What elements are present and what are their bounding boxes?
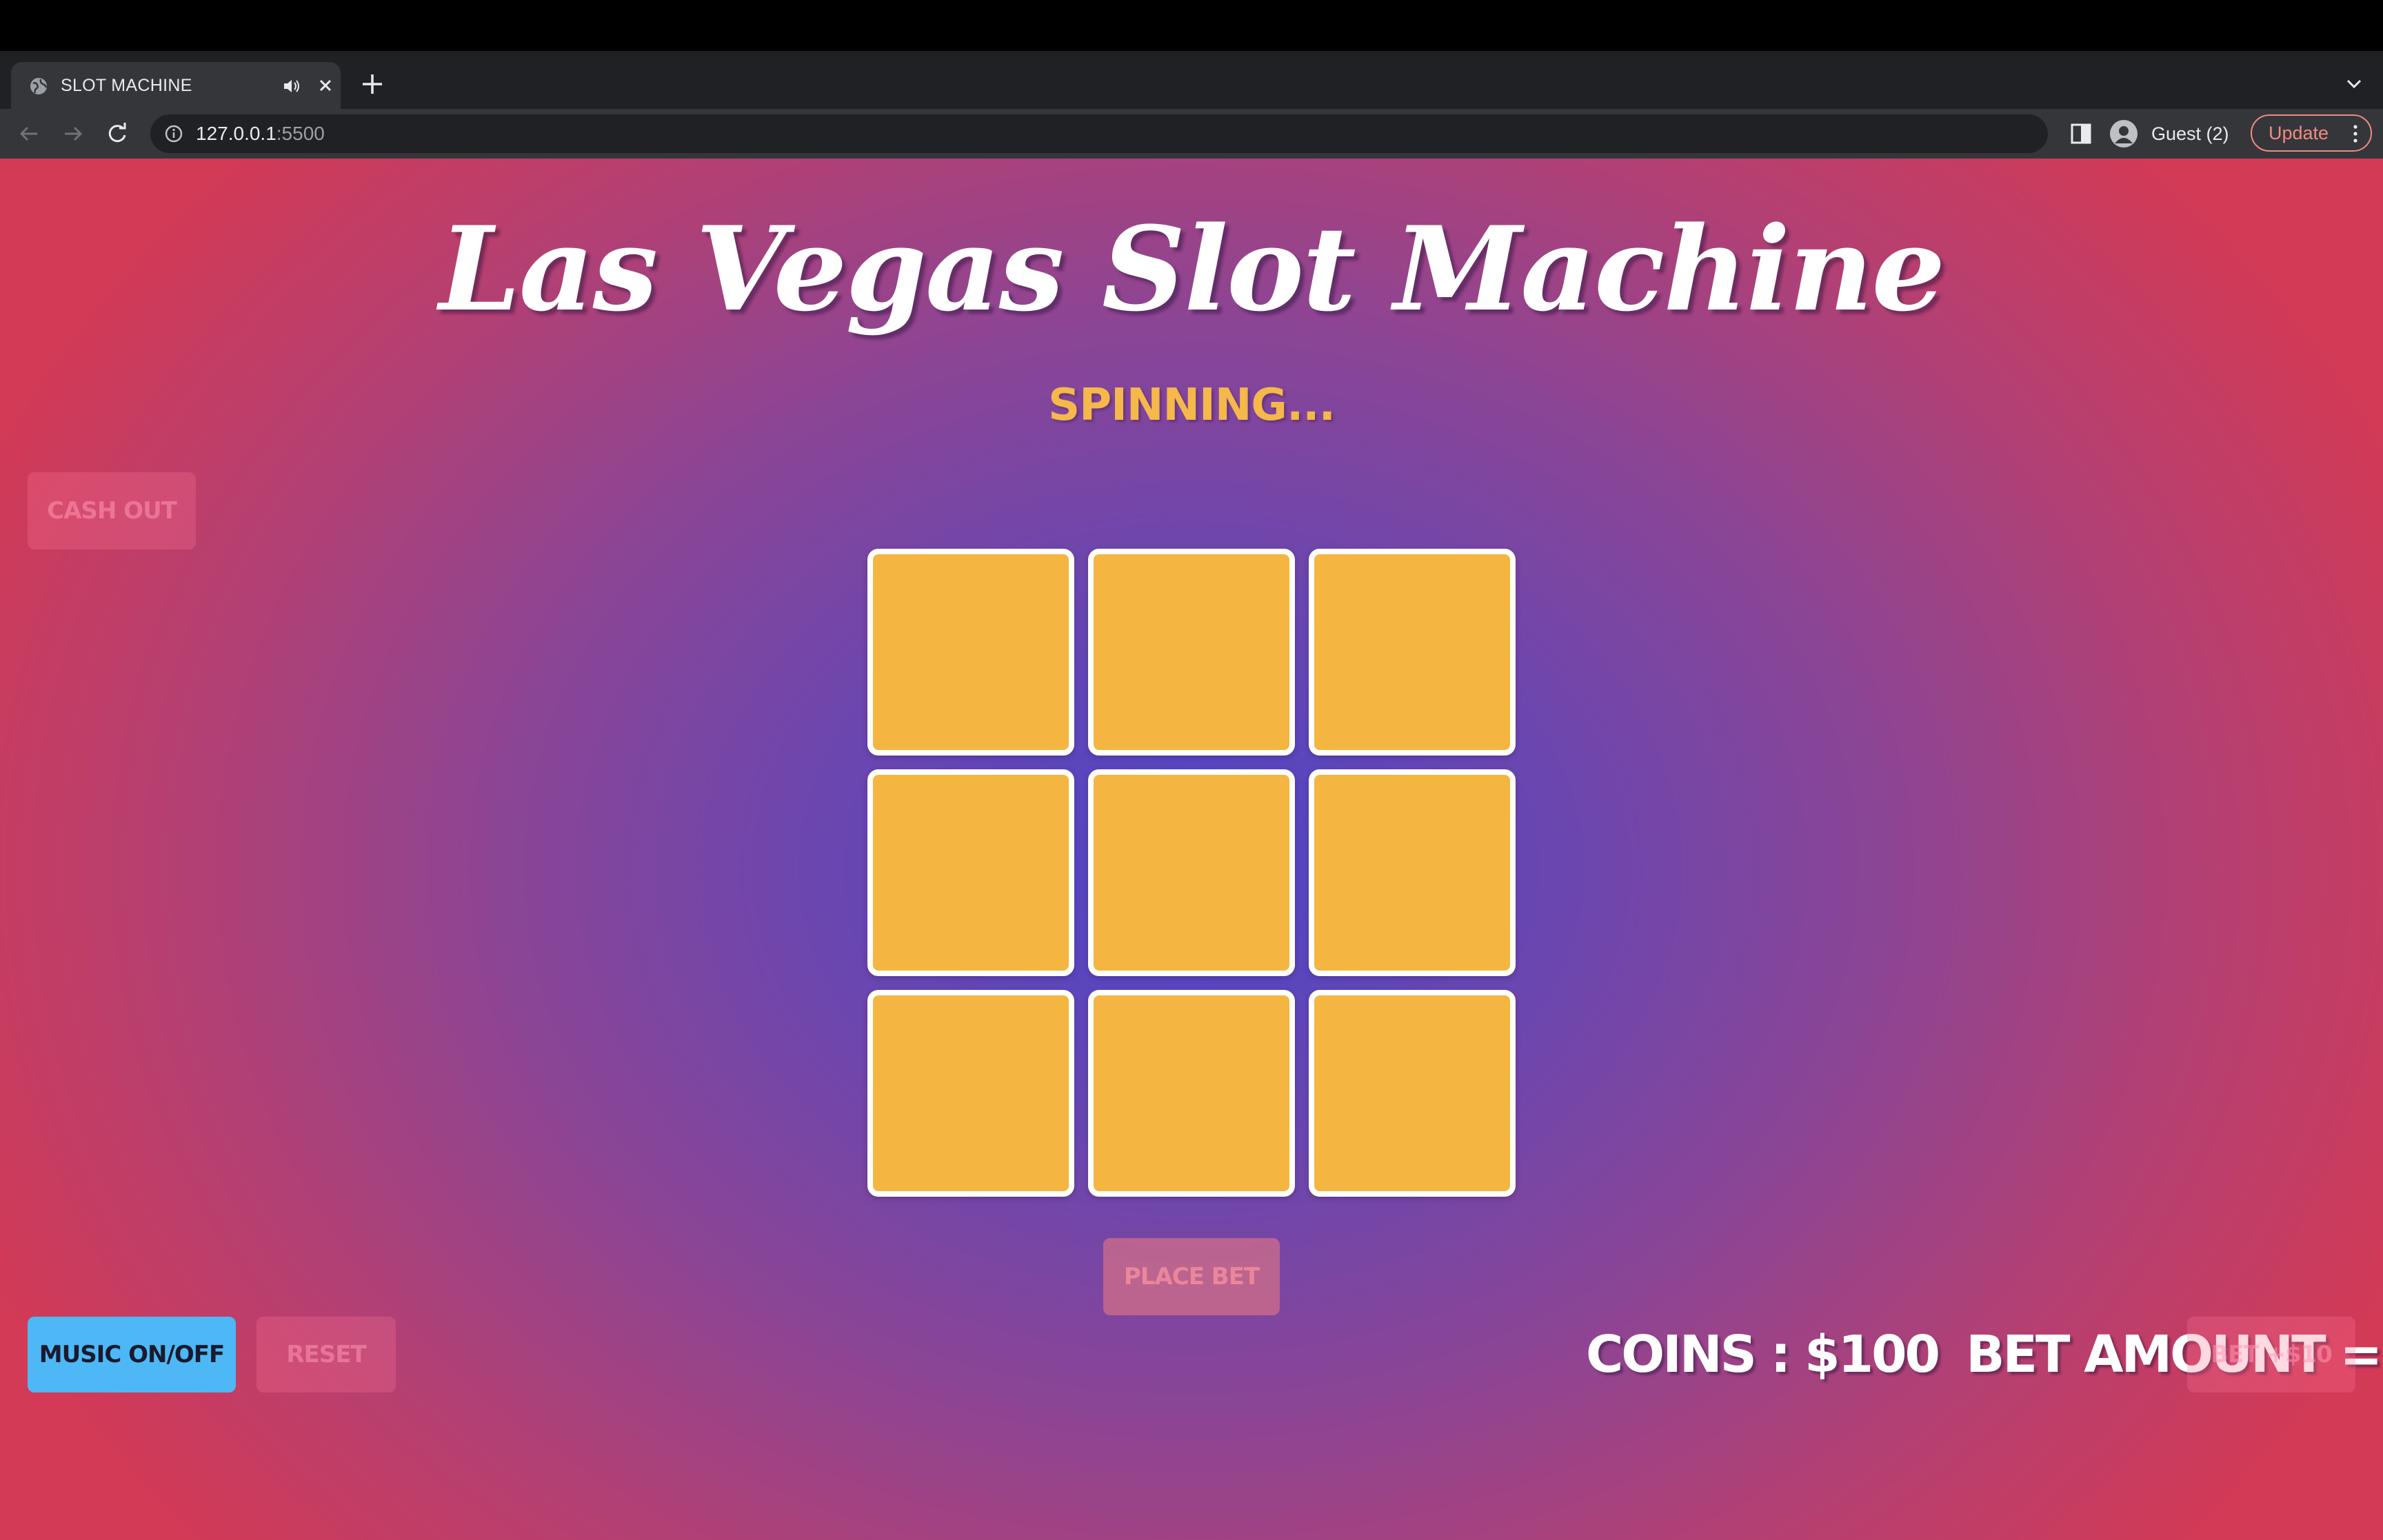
update-button[interactable]: Update: [2251, 114, 2372, 152]
speaker-icon[interactable]: [281, 76, 302, 97]
side-panel-icon[interactable]: [2069, 120, 2095, 148]
close-icon[interactable]: [314, 74, 336, 97]
update-label: Update: [2269, 123, 2329, 143]
music-toggle-button[interactable]: MUSIC ON/OFF: [28, 1317, 236, 1392]
stats-readout: COINS : $100BET AMOUNT =$10: [1586, 1317, 2383, 1392]
forward-arrow-icon[interactable]: [59, 120, 87, 148]
tab-strip: SLOT MACHINE: [0, 51, 2383, 109]
place-bet-button[interactable]: PLACE BET: [1103, 1238, 1280, 1315]
reel-cell: [1309, 990, 1516, 1197]
reel-cell: [867, 769, 1074, 976]
globe-icon: [30, 78, 48, 94]
reel-cell: [867, 990, 1074, 1197]
tab-title: SLOT MACHINE: [61, 76, 192, 95]
slot-reel-grid: [867, 549, 1516, 1197]
window-top-bar: [0, 0, 2383, 51]
plus-icon[interactable]: [357, 69, 388, 99]
more-vert-icon[interactable]: [2349, 123, 2362, 145]
coins-balance: COINS : $100: [1586, 1325, 1940, 1384]
reel-cell: [1088, 549, 1295, 756]
chevron-down-icon[interactable]: [2342, 72, 2366, 97]
back-arrow-icon[interactable]: [15, 120, 43, 148]
reel-cell: [1088, 769, 1295, 976]
avatar-icon: [2110, 120, 2138, 148]
cash-out-button[interactable]: CASH OUT: [28, 472, 196, 549]
reload-icon[interactable]: [103, 120, 131, 148]
spin-status: SPINNING...: [1048, 380, 1336, 431]
info-icon[interactable]: [164, 124, 183, 143]
tab-slot-machine[interactable]: SLOT MACHINE: [11, 62, 341, 109]
increase-bet-button[interactable]: BET +$10: [2187, 1317, 2355, 1392]
reel-cell: [1309, 769, 1516, 976]
browser-toolbar: 127.0.0.1:5500 Guest (2) Update: [0, 109, 2383, 159]
url-text: 127.0.0.1:5500: [196, 121, 325, 146]
url-host: 127.0.0.1: [196, 123, 276, 144]
reel-cell: [867, 549, 1074, 756]
reel-cell: [1309, 549, 1516, 756]
address-bar[interactable]: 127.0.0.1:5500: [150, 114, 2048, 153]
reel-cell: [1088, 990, 1295, 1197]
profile-button[interactable]: Guest (2): [2100, 114, 2238, 153]
url-port: :5500: [276, 123, 325, 144]
profile-label: Guest (2): [2151, 123, 2229, 144]
page-title: Las Vegas Slot Machine: [439, 201, 1946, 337]
page-viewport: Las Vegas Slot Machine SPINNING... CASH …: [0, 159, 2383, 1540]
reset-button[interactable]: RESET: [257, 1317, 396, 1392]
